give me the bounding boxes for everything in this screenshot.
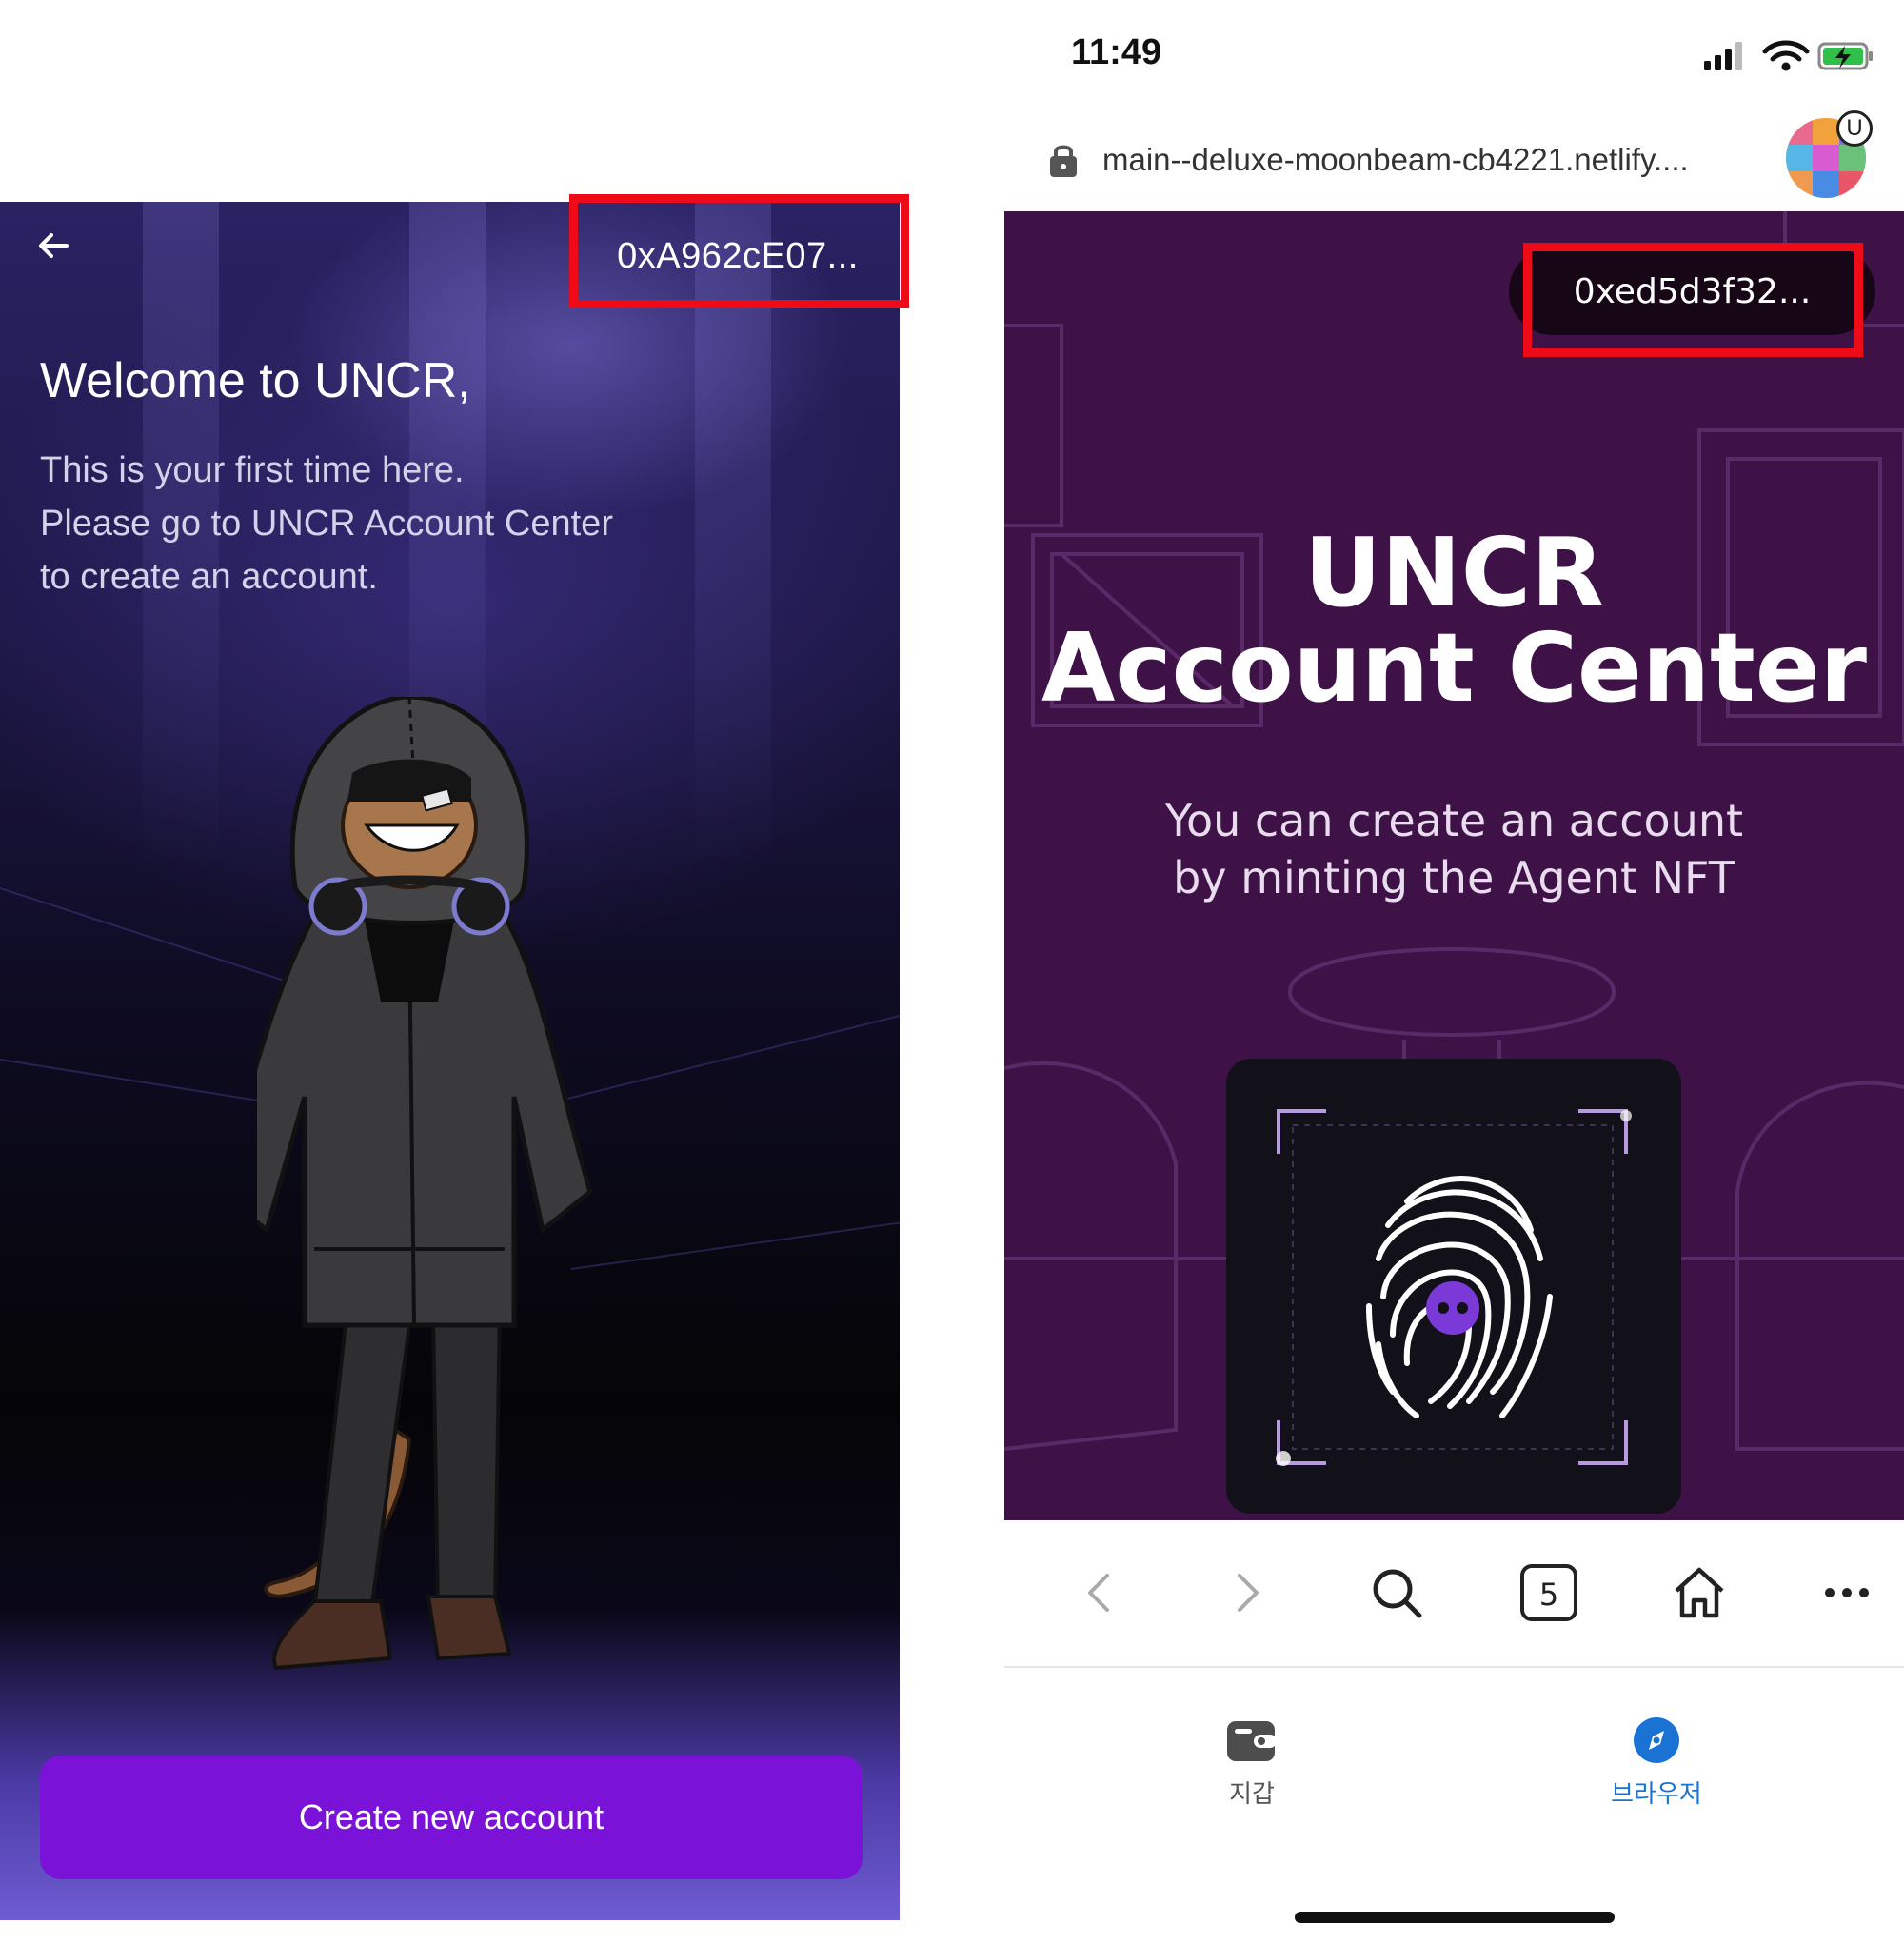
tab-wallet[interactable]: 지갑 — [1147, 1716, 1357, 1810]
page-title-line: UNCR — [1303, 517, 1605, 628]
description-line: This is your first time here. — [40, 450, 465, 490]
highlight-box — [569, 194, 909, 308]
tabs-count-button[interactable]: 5 — [1516, 1559, 1582, 1626]
search-icon[interactable] — [1363, 1559, 1430, 1626]
lock-icon — [1050, 145, 1077, 177]
bottom-tab-bar: 지갑 브라우저 — [1004, 1668, 1904, 1868]
tab-browser[interactable]: 브라우저 — [1552, 1716, 1761, 1810]
create-new-account-button[interactable]: Create new account — [40, 1756, 863, 1879]
description-line: Please go to UNCR Account Center — [40, 504, 613, 544]
web-page-view: 0xed5d3f32... UNCR Account Center You ca… — [1004, 211, 1904, 1520]
url-text: main--deluxe-moonbeam-cb4221.netlify.... — [1102, 142, 1689, 177]
signal-icon — [1704, 42, 1742, 70]
tab-wallet-label: 지갑 — [1229, 1780, 1275, 1809]
wifi-icon — [1762, 40, 1810, 71]
page-subtitle: You can create an account by minting the… — [1004, 792, 1904, 906]
tabs-count-text: 5 — [1539, 1577, 1558, 1613]
back-chevron-icon[interactable] — [1066, 1559, 1133, 1626]
wallet-icon — [1227, 1721, 1277, 1761]
profile-badge: U — [1836, 110, 1873, 147]
page-subtitle-line: You can create an account — [1164, 795, 1744, 846]
highlight-box — [1523, 243, 1863, 357]
more-options-icon[interactable] — [1814, 1559, 1880, 1626]
browser-url-bar[interactable]: main--deluxe-moonbeam-cb4221.netlify.... — [1047, 124, 1771, 196]
browser-toolbar: 5 — [1004, 1523, 1904, 1666]
page-title-line: Account Center — [1041, 612, 1867, 724]
fingerprint-scan-card[interactable] — [1226, 1059, 1681, 1514]
battery-charging-icon — [1817, 42, 1873, 70]
welcome-title: Welcome to UNCR, — [40, 353, 471, 408]
description-line: to create an account. — [40, 557, 378, 597]
back-arrow-icon[interactable] — [34, 227, 72, 265]
page-subtitle-line: by minting the Agent NFT — [1173, 852, 1735, 903]
tab-browser-label: 브라우저 — [1611, 1780, 1702, 1809]
status-bar-icons — [1704, 40, 1873, 71]
welcome-description: This is your first time here. Please go … — [40, 444, 613, 604]
status-bar-time: 11:49 — [1071, 32, 1162, 72]
compass-icon — [1634, 1717, 1679, 1763]
hooded-agent-illustration — [257, 697, 593, 1671]
home-icon[interactable] — [1666, 1559, 1733, 1626]
left-app-screen: 0xA962cE07... Welcome to UNCR, This is y… — [0, 202, 900, 1920]
forward-chevron-icon[interactable] — [1214, 1559, 1280, 1626]
page-title: UNCR Account Center — [1004, 526, 1904, 716]
home-indicator[interactable] — [1295, 1912, 1615, 1923]
